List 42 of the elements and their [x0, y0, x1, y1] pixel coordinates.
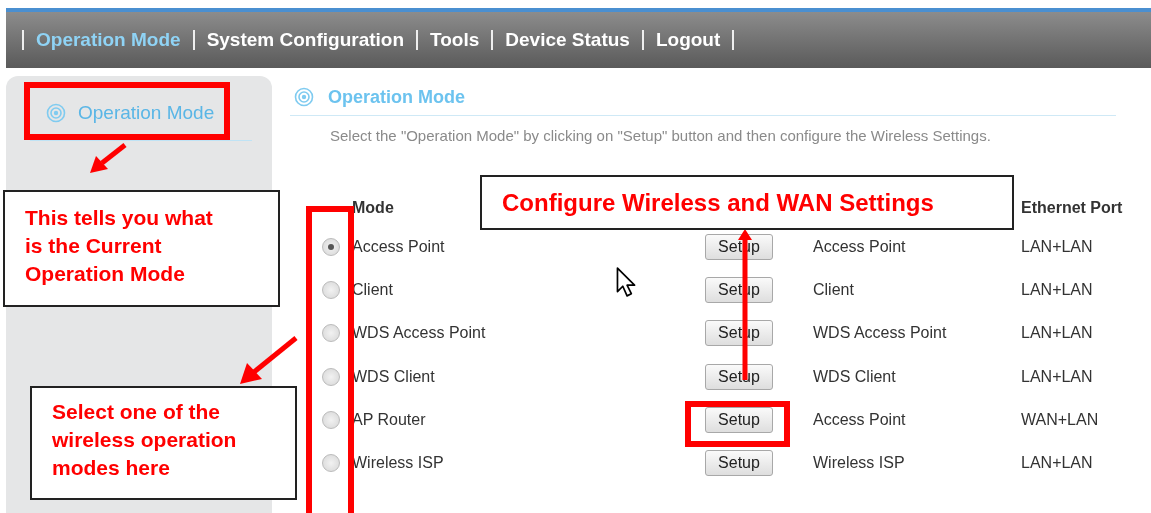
table-cell: LAN+LAN	[1021, 237, 1093, 256]
radio-button[interactable]	[322, 324, 340, 343]
table-cell: LAN+LAN	[1021, 454, 1093, 473]
table-cell: WDS Access Point	[813, 324, 947, 343]
nav-link[interactable]: System Configuration	[206, 29, 405, 51]
annotation-arrow	[238, 336, 298, 386]
table-cell: Wireless ISP	[352, 454, 444, 473]
callout-text: This tells you what is the Current Operation Mode	[3, 190, 280, 307]
radio-button[interactable]	[322, 367, 340, 386]
radio-button[interactable]	[322, 454, 340, 473]
table-cell: Client	[352, 280, 393, 299]
table-cell: Wireless ISP	[813, 454, 905, 473]
annotation-arrow	[88, 143, 128, 175]
table-cell: Client	[813, 280, 854, 299]
setup-button[interactable]: Setup	[705, 363, 773, 390]
setup-button[interactable]: Setup	[705, 406, 773, 433]
target-icon	[46, 103, 66, 123]
table-cell: Access Point	[813, 410, 906, 429]
setup-button[interactable]: Setup	[705, 450, 773, 477]
table-cell: WDS Access Point	[352, 324, 486, 343]
mouse-cursor-icon	[615, 266, 637, 298]
table-cell: LAN+LAN	[1021, 367, 1093, 386]
radio-button[interactable]	[322, 237, 340, 256]
nav-link[interactable]: Tools	[430, 29, 480, 51]
table-cell: Access Point	[352, 237, 445, 256]
column-header: Mode	[352, 199, 394, 217]
radio-button[interactable]	[322, 410, 340, 429]
table-cell: Access Point	[813, 237, 906, 256]
column-header: Ethernet Port	[1021, 199, 1123, 217]
radio-button[interactable]	[322, 280, 340, 299]
nav-link[interactable]: Device Status	[505, 29, 630, 51]
table-cell: LAN+LAN	[1021, 280, 1093, 299]
callout-text: Select one of the wireless operation modes here	[30, 386, 297, 500]
table-cell: WDS Client	[352, 367, 435, 386]
nav-link[interactable]: Logout	[655, 29, 721, 51]
table-cell: LAN+LAN	[1021, 324, 1093, 343]
target-icon	[294, 87, 314, 107]
section-description: Select the "Operation Mode" by clicking on "Setup" button and then configure the Wireless Settings.	[330, 127, 992, 144]
table-cell: WAN+LAN	[1021, 410, 1099, 429]
table-cell: WDS Client	[813, 367, 896, 386]
section-title: Operation Mode	[328, 86, 465, 108]
callout-text: Configure Wireless and WAN Settings	[480, 175, 1014, 230]
